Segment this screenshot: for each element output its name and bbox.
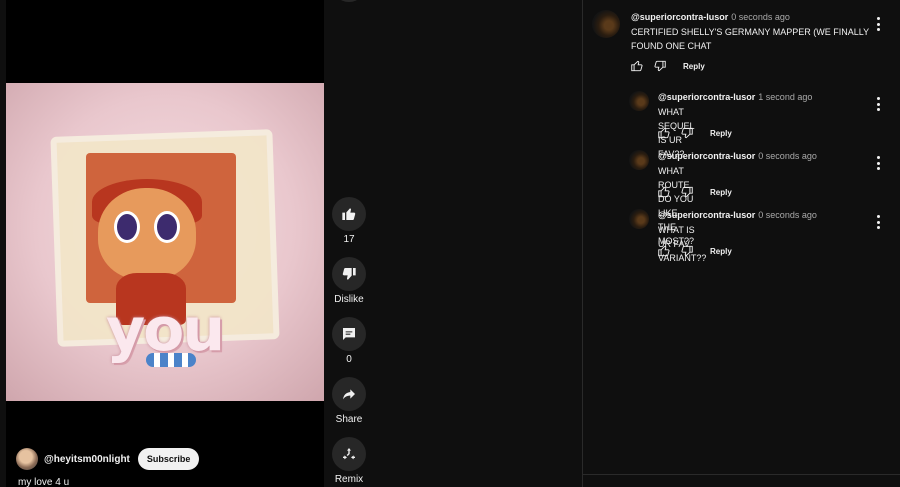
comment-avatar[interactable] bbox=[629, 150, 649, 170]
comment-avatar[interactable] bbox=[592, 10, 620, 38]
reply-button[interactable]: Reply bbox=[683, 62, 705, 71]
subscribe-button[interactable]: Subscribe bbox=[137, 448, 200, 470]
character-eye-left bbox=[114, 211, 140, 243]
thumbs-up-icon bbox=[342, 208, 356, 220]
comment-header: @superiorcontra-lusor 0 seconds ago bbox=[658, 210, 817, 220]
thumbs-up-icon[interactable] bbox=[657, 244, 671, 258]
more-options-icon[interactable] bbox=[876, 97, 880, 111]
menu-button[interactable] bbox=[332, 0, 366, 2]
more-options-icon[interactable] bbox=[876, 17, 880, 31]
remix-icon bbox=[343, 448, 355, 460]
character-head bbox=[98, 188, 196, 280]
comment-header: @superiorcontra-lusor 1 second ago bbox=[658, 92, 812, 102]
dislike-label: Dislike bbox=[334, 294, 364, 305]
comment-count: 0 bbox=[346, 354, 352, 365]
comment-author[interactable]: @superiorcontra-lusor bbox=[658, 151, 755, 161]
comment-time[interactable]: 1 second ago bbox=[758, 92, 812, 102]
character-eye-right bbox=[154, 211, 180, 243]
thumbs-up-icon[interactable] bbox=[657, 185, 671, 199]
thumbs-down-icon[interactable] bbox=[653, 59, 667, 73]
comment-author[interactable]: @superiorcontra-lusor bbox=[658, 92, 755, 102]
comment-actions: Reply bbox=[657, 126, 732, 140]
share-label: Share bbox=[335, 414, 363, 425]
comment-avatar[interactable] bbox=[629, 91, 649, 111]
thumbs-down-icon[interactable] bbox=[680, 185, 694, 199]
remix-label: Remix bbox=[334, 474, 364, 485]
comment-avatar[interactable] bbox=[629, 209, 649, 229]
video-player[interactable]: you @heyitsm00nlight Subscribe my love 4… bbox=[6, 0, 324, 487]
reply-button[interactable]: Reply bbox=[710, 247, 732, 256]
more-options-icon[interactable] bbox=[876, 156, 880, 170]
remix-button[interactable] bbox=[332, 437, 366, 471]
channel-row: @heyitsm00nlight Subscribe bbox=[16, 448, 200, 470]
action-rail: 17 Dislike 0 Share Remix bbox=[328, 0, 370, 487]
more-options-icon[interactable] bbox=[876, 215, 880, 229]
thumbs-down-icon[interactable] bbox=[680, 244, 694, 258]
video-thumbnail[interactable]: you bbox=[6, 83, 324, 401]
thumbs-down-icon[interactable] bbox=[680, 126, 694, 140]
comment-time[interactable]: 0 seconds ago bbox=[758, 210, 817, 220]
like-count: 17 bbox=[343, 234, 355, 245]
reply-button[interactable]: Reply bbox=[710, 188, 732, 197]
channel-avatar[interactable] bbox=[16, 448, 38, 470]
thumbs-down-icon bbox=[342, 268, 356, 280]
comments-button[interactable] bbox=[332, 317, 366, 351]
share-icon bbox=[343, 389, 355, 400]
comment-header: @superiorcontra-lusor 0 seconds ago bbox=[658, 151, 817, 161]
channel-handle[interactable]: @heyitsm00nlight bbox=[44, 454, 130, 465]
share-button[interactable] bbox=[332, 377, 366, 411]
comment-time[interactable]: 0 seconds ago bbox=[758, 151, 817, 161]
thumbnail-decoration bbox=[146, 353, 196, 367]
comment-text-line: CERTIFIED SHELLY'S GERMANY MAPPER (WE FI… bbox=[631, 27, 870, 37]
like-button[interactable] bbox=[332, 197, 366, 231]
panel-footer-divider bbox=[583, 474, 900, 475]
thumbs-up-icon[interactable] bbox=[630, 59, 644, 73]
thumbs-up-icon[interactable] bbox=[657, 126, 671, 140]
comment-time[interactable]: 0 seconds ago bbox=[731, 12, 790, 22]
comment-actions: Reply bbox=[630, 59, 705, 73]
panel-divider bbox=[582, 0, 583, 487]
reply-button[interactable]: Reply bbox=[710, 129, 732, 138]
comment-text: CERTIFIED SHELLY'S GERMANY MAPPER (WE FI… bbox=[631, 25, 871, 53]
dislike-button[interactable] bbox=[332, 257, 366, 291]
comment-header: @superiorcontra-lusor 0 seconds ago bbox=[631, 12, 790, 22]
comment-actions: Reply bbox=[657, 185, 732, 199]
comment-author[interactable]: @superiorcontra-lusor bbox=[631, 12, 728, 22]
comment-text-line: FOUND ONE CHAT bbox=[631, 41, 712, 51]
comment-author[interactable]: @superiorcontra-lusor bbox=[658, 210, 755, 220]
comment-icon bbox=[343, 328, 355, 340]
video-caption: my love 4 u bbox=[18, 477, 70, 487]
comment-actions: Reply bbox=[657, 244, 732, 258]
